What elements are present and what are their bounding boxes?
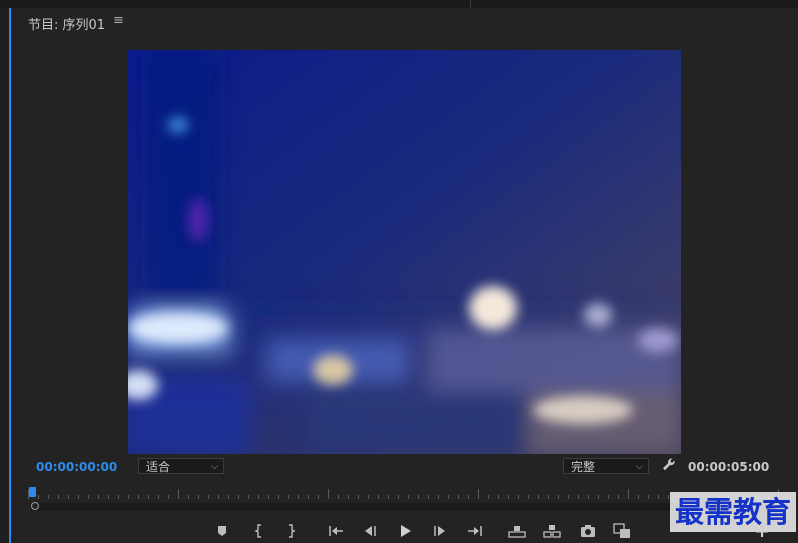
video-preview: [128, 50, 681, 454]
ruler-tick: [288, 495, 289, 499]
ruler-tick: [368, 495, 369, 499]
ruler-tick: [408, 495, 409, 499]
ruler-tick: [578, 495, 579, 499]
ruler-tick: [198, 495, 199, 499]
ruler-tick: [588, 495, 589, 499]
ruler-tick: [508, 495, 509, 499]
duration-timecode: 00:00:05:00: [688, 460, 770, 474]
ruler-tick: [618, 495, 619, 499]
ruler-tick: [558, 495, 559, 499]
active-panel-accent: [9, 8, 11, 543]
ruler-tick: [418, 495, 419, 499]
step-back-icon[interactable]: [360, 521, 380, 541]
go-to-in-icon[interactable]: [326, 521, 346, 541]
ruler-tick: [468, 495, 469, 499]
ruler-tick: [318, 495, 319, 499]
ruler-tick: [268, 495, 269, 499]
ruler-tick: [598, 495, 599, 499]
ruler-tick: [128, 495, 129, 499]
ruler-tick: [438, 495, 439, 499]
camera-icon[interactable]: [578, 521, 598, 541]
ruler-tick: [648, 495, 649, 499]
current-timecode[interactable]: 00:00:00:00: [36, 460, 117, 474]
ruler-tick: [548, 495, 549, 499]
ruler-tick: [338, 495, 339, 499]
ruler-tick: [478, 489, 479, 499]
chevron-down-icon: ⌵: [636, 462, 643, 472]
lift-icon[interactable]: [507, 521, 527, 541]
zoom-scroll-handle[interactable]: [31, 502, 39, 510]
ruler-tick: [398, 495, 399, 499]
go-to-out-icon[interactable]: [465, 521, 485, 541]
ruler-tick: [668, 495, 669, 499]
ruler-tick: [88, 495, 89, 499]
ruler-tick: [78, 495, 79, 499]
ruler-tick: [518, 495, 519, 499]
ruler-tick: [528, 495, 529, 499]
playback-resolution-dropdown[interactable]: 完整 ⌵: [563, 458, 649, 474]
ruler-tick: [138, 495, 139, 499]
blurred-city-night-image: [128, 50, 681, 454]
top-bar: [0, 0, 798, 8]
ruler-tick: [378, 495, 379, 499]
zoom-fit-dropdown[interactable]: 适合 ⌵: [138, 458, 224, 474]
panel-title[interactable]: 节目: 序列01: [28, 14, 105, 33]
ruler-tick: [328, 489, 329, 499]
ruler-tick: [628, 489, 629, 499]
ruler-tick: [248, 495, 249, 499]
chevron-down-icon: ⌵: [211, 462, 218, 472]
ruler-tick: [278, 495, 279, 499]
marker-icon[interactable]: [212, 521, 232, 541]
ruler-tick: [148, 495, 149, 499]
ruler-tick: [208, 495, 209, 499]
playhead-marker[interactable]: [29, 487, 36, 497]
ruler-tick: [98, 495, 99, 499]
ruler-tick: [228, 495, 229, 499]
time-ruler[interactable]: [28, 485, 779, 501]
ruler-tick: [108, 495, 109, 499]
ruler-tick: [448, 495, 449, 499]
ruler-tick: [538, 495, 539, 499]
ruler-tick: [638, 495, 639, 499]
hamburger-menu-icon[interactable]: ≡: [113, 13, 124, 28]
step-forward-icon[interactable]: [430, 521, 450, 541]
ruler-tick: [68, 495, 69, 499]
ruler-tick: [238, 495, 239, 499]
mark-out-icon[interactable]: [281, 521, 301, 541]
watermark-logo: 最需教育: [670, 492, 796, 532]
ruler-tick: [458, 495, 459, 499]
ruler-tick: [158, 495, 159, 499]
ruler-tick: [428, 495, 429, 499]
wrench-settings-icon[interactable]: [660, 456, 678, 474]
ruler-tick: [308, 495, 309, 499]
compare-icon[interactable]: [612, 521, 632, 541]
ruler-tick: [388, 495, 389, 499]
ruler-tick: [488, 495, 489, 499]
ruler-tick: [48, 495, 49, 499]
panel-divider: [470, 0, 471, 8]
add-button-icon[interactable]: +: [754, 523, 770, 541]
ruler-tick: [358, 495, 359, 499]
ruler-tick: [188, 495, 189, 499]
left-panel-edge: [0, 8, 11, 543]
play-icon[interactable]: [395, 521, 415, 541]
zoom-fit-value: 适合: [146, 460, 171, 474]
zoom-scrollbar[interactable]: [30, 503, 768, 511]
ruler-tick: [118, 495, 119, 499]
ruler-tick: [178, 489, 179, 499]
ruler-tick: [298, 495, 299, 499]
ruler-tick: [498, 495, 499, 499]
ruler-tick: [258, 495, 259, 499]
ruler-tick: [58, 495, 59, 499]
ruler-tick: [568, 495, 569, 499]
ruler-tick: [168, 495, 169, 499]
ruler-tick: [38, 495, 39, 499]
ruler-tick: [658, 495, 659, 499]
mark-in-icon[interactable]: [249, 521, 269, 541]
playback-resolution-value: 完整: [571, 460, 596, 474]
ruler-tick: [608, 495, 609, 499]
ruler-tick: [218, 495, 219, 499]
extract-icon[interactable]: [542, 521, 562, 541]
ruler-tick: [348, 495, 349, 499]
